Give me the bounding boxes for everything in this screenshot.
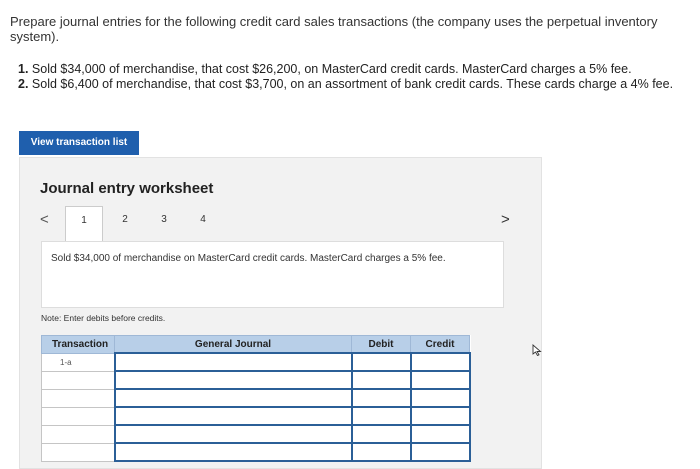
table-row <box>41 370 471 390</box>
tab-2[interactable]: 2 <box>107 206 143 236</box>
transaction-cell <box>41 442 115 462</box>
general-journal-input[interactable] <box>113 424 353 444</box>
item-number: 2. <box>18 77 29 91</box>
tab-3[interactable]: 3 <box>146 206 182 236</box>
credit-input[interactable] <box>409 406 471 426</box>
note-text: Note: Enter debits before credits. <box>41 313 166 323</box>
item-text: Sold $34,000 of merchandise, that cost $… <box>31 62 632 76</box>
column-header-credit: Credit <box>410 335 470 354</box>
journal-table: Transaction General Journal Debit Credit… <box>41 335 471 462</box>
credit-input[interactable] <box>409 388 471 408</box>
debit-input[interactable] <box>350 370 412 390</box>
transaction-item-1: 1. Sold $34,000 of merchandise, that cos… <box>18 62 673 76</box>
table-row: 1-a <box>41 352 471 372</box>
worksheet-title: Journal entry worksheet <box>40 180 214 197</box>
column-header-debit: Debit <box>351 335 411 354</box>
journal-entry-worksheet: Journal entry worksheet < 1 2 3 4 > Sold… <box>19 157 542 469</box>
chevron-left-icon[interactable]: < <box>40 211 49 228</box>
view-transaction-list-button[interactable]: View transaction list <box>19 131 139 155</box>
credit-input[interactable] <box>409 442 471 462</box>
transaction-cell: 1-a <box>41 352 115 372</box>
debit-input[interactable] <box>350 424 412 444</box>
transaction-cell <box>41 424 115 444</box>
item-number: 1. <box>18 62 29 76</box>
general-journal-input[interactable] <box>113 442 353 462</box>
debit-input[interactable] <box>350 406 412 426</box>
transaction-items: 1. Sold $34,000 of merchandise, that cos… <box>18 62 673 92</box>
column-header-transaction: Transaction <box>41 335 115 354</box>
transaction-cell <box>41 406 115 426</box>
general-journal-input[interactable] <box>113 388 353 408</box>
credit-input[interactable] <box>409 352 471 372</box>
transaction-cell <box>41 370 115 390</box>
transaction-description: Sold $34,000 of merchandise on MasterCar… <box>51 253 446 264</box>
general-journal-input[interactable] <box>113 406 353 426</box>
chevron-right-icon[interactable]: > <box>501 211 510 228</box>
transaction-cell <box>41 388 115 408</box>
tab-4[interactable]: 4 <box>185 206 221 236</box>
table-row <box>41 388 471 408</box>
table-row <box>41 442 471 462</box>
credit-input[interactable] <box>409 424 471 444</box>
question-text: Prepare journal entries for the followin… <box>10 14 658 44</box>
tab-1[interactable]: 1 <box>65 206 103 243</box>
debit-input[interactable] <box>350 388 412 408</box>
transaction-item-2: 2. Sold $6,400 of merchandise, that cost… <box>18 77 673 91</box>
general-journal-input[interactable] <box>113 370 353 390</box>
debit-input[interactable] <box>350 352 412 372</box>
table-header-row: Transaction General Journal Debit Credit <box>41 335 470 354</box>
column-header-general-journal: General Journal <box>114 335 352 354</box>
transaction-description-box: Sold $34,000 of merchandise on MasterCar… <box>41 241 504 308</box>
general-journal-input[interactable] <box>113 352 353 372</box>
mouse-cursor-icon <box>532 344 542 357</box>
table-row <box>41 406 471 426</box>
debit-input[interactable] <box>350 442 412 462</box>
table-row <box>41 424 471 444</box>
item-text: Sold $6,400 of merchandise, that cost $3… <box>31 77 674 91</box>
credit-input[interactable] <box>409 370 471 390</box>
